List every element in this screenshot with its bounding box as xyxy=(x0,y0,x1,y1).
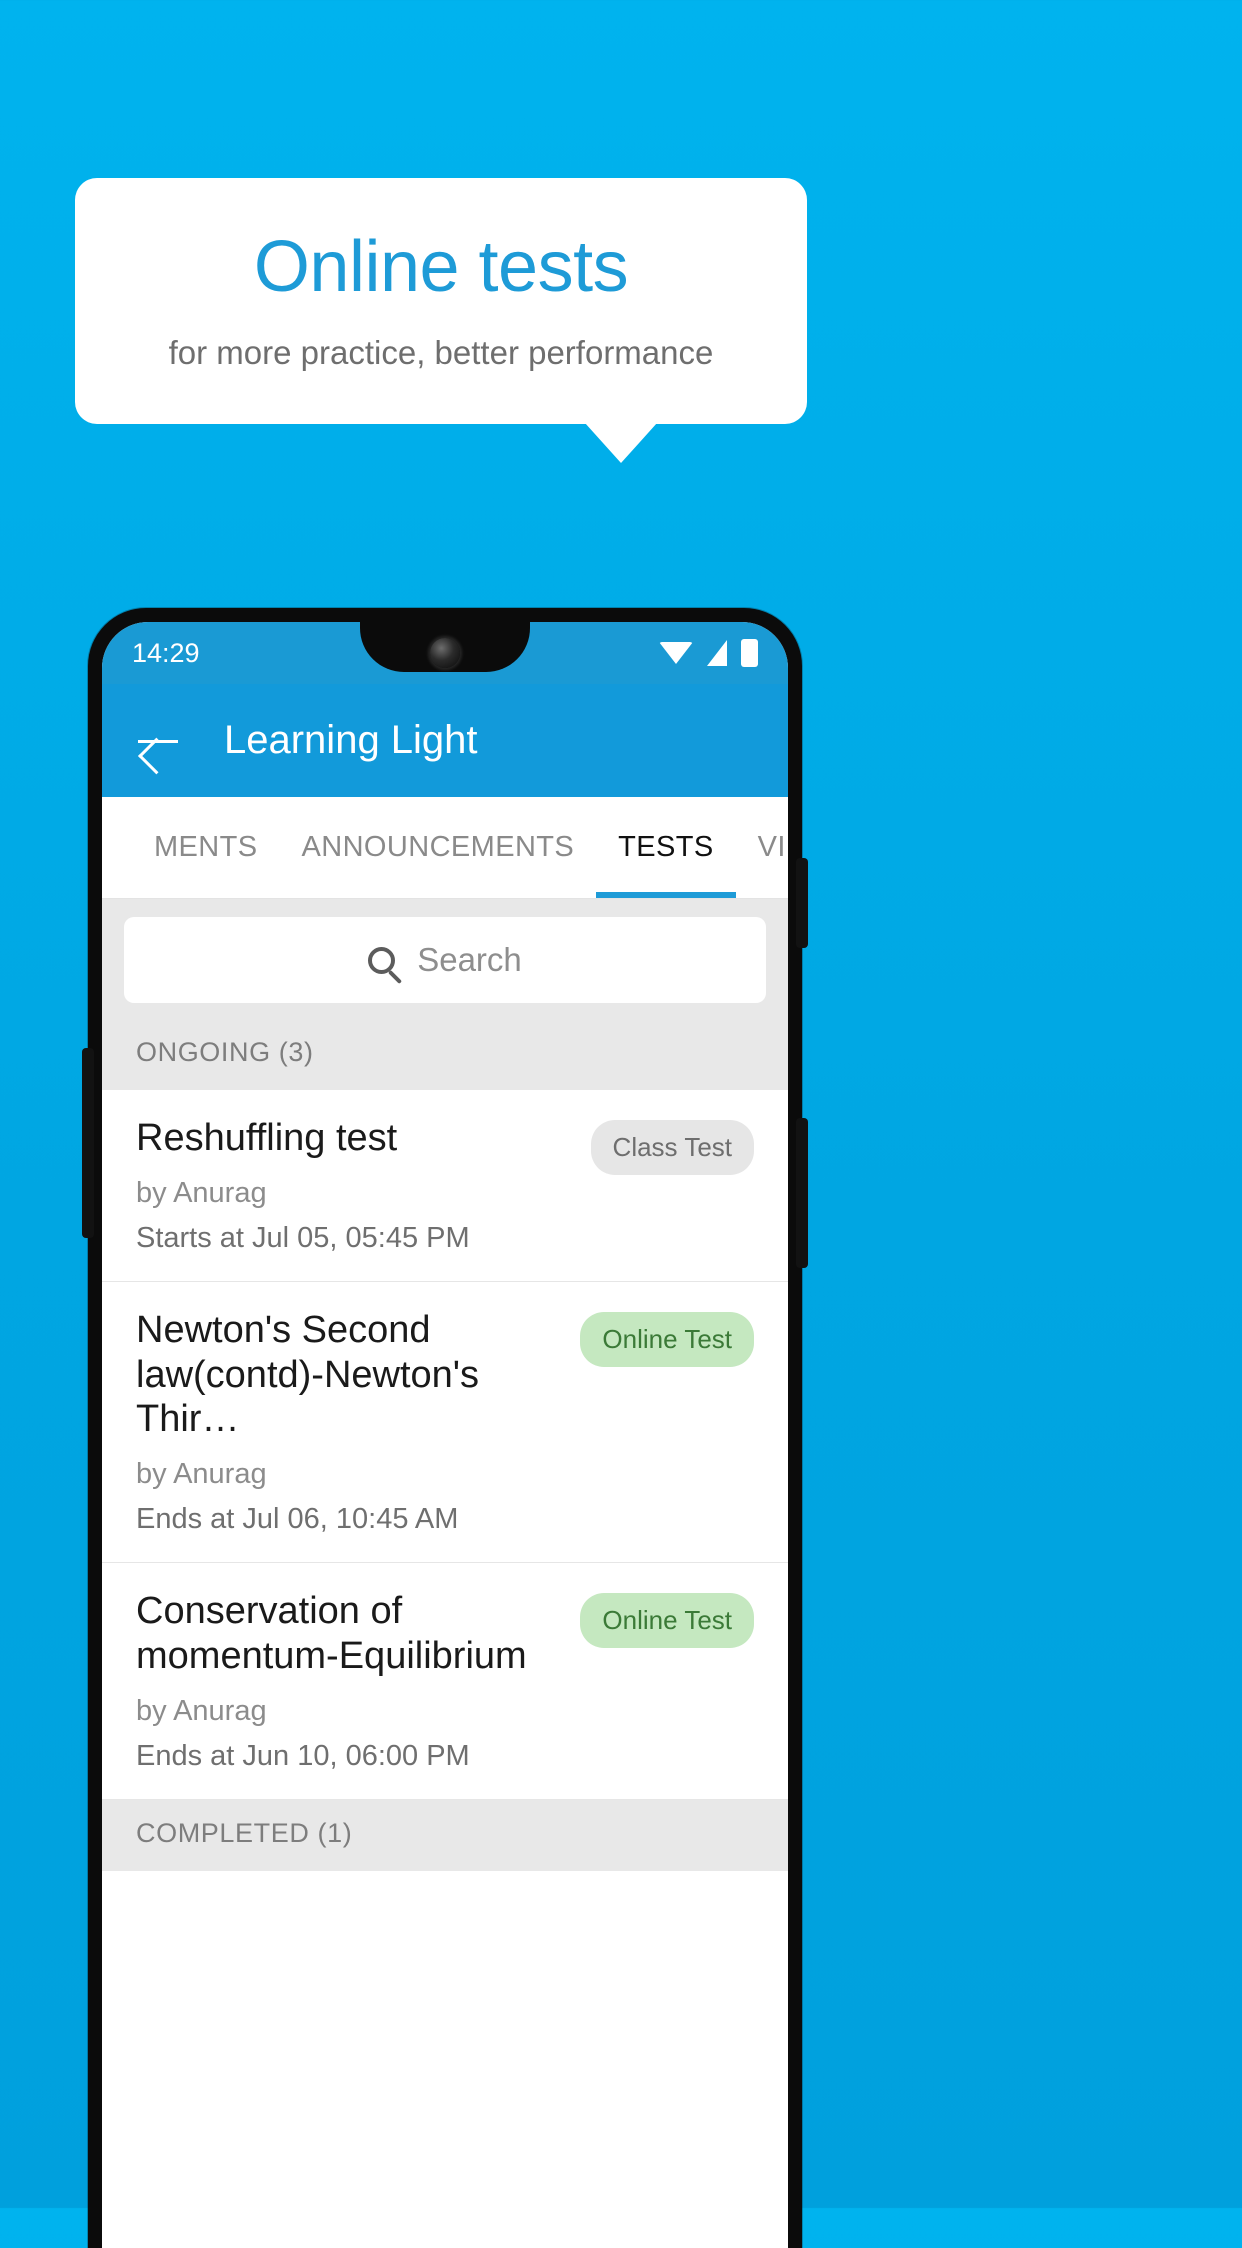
front-camera-icon xyxy=(430,638,460,668)
signal-icon xyxy=(707,640,727,666)
promo-bubble-tail xyxy=(585,423,657,463)
app-bar: Learning Light xyxy=(102,684,788,797)
tab-bar: MENTS ANNOUNCEMENTS TESTS VIDEOS xyxy=(102,797,788,899)
tab-videos[interactable]: VIDEOS xyxy=(736,797,788,898)
battery-icon xyxy=(741,639,758,667)
phone-screen: 14:29 Learning Light MENTS ANNOUNCEMENTS… xyxy=(102,622,788,2248)
tab-tests[interactable]: TESTS xyxy=(596,797,737,898)
status-bar: 14:29 xyxy=(102,622,788,684)
phone-volume-button xyxy=(82,1048,94,1238)
section-header-ongoing: ONGOING (3) xyxy=(102,1019,788,1090)
test-title: Reshuffling test xyxy=(136,1117,398,1159)
test-info: Newton's Second law(contd)-Newton's Thir… xyxy=(136,1308,564,1536)
test-info: Reshuffling test by Anurag Starts at Jul… xyxy=(136,1116,575,1255)
status-badge: Online Test xyxy=(580,1593,754,1649)
table-row[interactable]: Reshuffling test by Anurag Starts at Jul… xyxy=(102,1090,788,1282)
promo-bubble: Online tests for more practice, better p… xyxy=(75,178,807,424)
tab-assignments[interactable]: MENTS xyxy=(132,797,280,898)
section-header-completed: COMPLETED (1) xyxy=(102,1799,788,1871)
status-icon-group xyxy=(659,639,758,667)
phone-mockup: 14:29 Learning Light MENTS ANNOUNCEMENTS… xyxy=(82,608,808,2248)
test-author: by Anurag xyxy=(136,1694,267,1727)
promo-subtitle: for more practice, better performance xyxy=(168,333,714,371)
tab-announcements[interactable]: ANNOUNCEMENTS xyxy=(280,797,597,898)
table-row[interactable]: Newton's Second law(contd)-Newton's Thir… xyxy=(102,1281,788,1564)
search-input[interactable]: Search xyxy=(124,917,766,1003)
test-author: by Anurag xyxy=(136,1458,267,1491)
search-container: Search xyxy=(102,899,788,1019)
page-title: Learning Light xyxy=(224,718,478,762)
phone-side-button xyxy=(796,1118,808,1268)
status-time: 14:29 xyxy=(132,637,200,668)
test-title: Newton's Second law(contd)-Newton's Thir… xyxy=(136,1308,480,1441)
test-author: by Anurag xyxy=(136,1176,267,1209)
test-schedule: Ends at Jun 10, 06:00 PM xyxy=(136,1739,470,1772)
back-arrow-icon[interactable] xyxy=(136,719,180,763)
wifi-icon xyxy=(659,642,693,664)
search-placeholder: Search xyxy=(417,941,522,978)
test-schedule: Ends at Jul 06, 10:45 AM xyxy=(136,1503,459,1536)
test-info: Conservation of momentum-Equilibrium by … xyxy=(136,1589,564,1773)
table-row[interactable]: Conservation of momentum-Equilibrium by … xyxy=(102,1563,788,1800)
test-title: Conservation of momentum-Equilibrium xyxy=(136,1590,527,1678)
test-schedule: Starts at Jul 05, 05:45 PM xyxy=(136,1221,470,1254)
status-badge: Online Test xyxy=(580,1311,754,1367)
promo-title: Online tests xyxy=(253,227,629,308)
status-badge: Class Test xyxy=(590,1120,754,1175)
search-icon xyxy=(368,946,396,974)
phone-power-button xyxy=(796,858,808,948)
